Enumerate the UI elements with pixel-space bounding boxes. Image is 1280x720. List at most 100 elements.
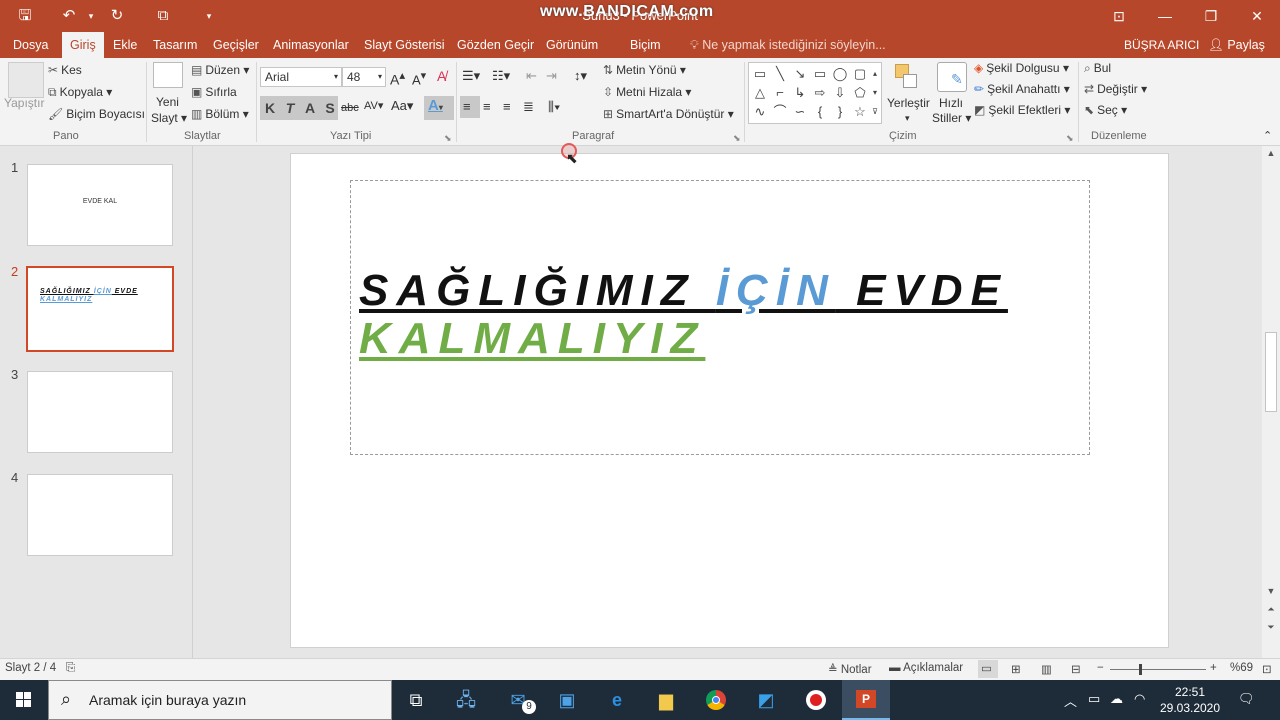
strikethrough-button[interactable]: abc [341,100,359,116]
tell-me-search[interactable]: 💡︎ Ne yapmak istediğinizi söyleyin... [690,32,886,58]
select-button[interactable]: ⬉ Seç ▾ [1084,102,1127,118]
zoom-level[interactable]: %69 [1230,662,1253,674]
rounded-rect-shape-icon[interactable]: ▢ [851,65,869,83]
section-button[interactable]: ▥ Bölüm ▾ [191,106,249,122]
right-brace-shape-icon[interactable]: } [831,103,849,121]
scroll-down-icon[interactable]: ▼ [1262,586,1280,596]
cloud-icon[interactable]: ☁ [1110,691,1123,707]
italic-button[interactable]: T [280,98,300,118]
slideshow-view-icon[interactable]: ⊟ [1071,662,1081,676]
layout-button[interactable]: ▤ Düzen ▾ [191,62,249,78]
font-color-button[interactable]: A▾ [428,98,443,116]
arrange-icon[interactable] [893,62,921,92]
slide-thumbnail-4[interactable] [27,474,173,556]
find-button[interactable]: ⌕ Bul [1084,60,1111,76]
previous-slide-icon[interactable]: ⏶ [1262,604,1280,615]
reading-view-icon[interactable]: ▥ [1041,662,1052,676]
bullets-icon[interactable]: ☰▾ [462,68,480,84]
zoom-slider[interactable] [1110,669,1206,670]
arc-shape-icon[interactable]: ⌒ [771,103,789,121]
change-case-button[interactable]: Aa▾ [391,98,413,114]
new-slide-icon[interactable] [153,62,183,88]
shadow-button[interactable]: S [320,98,340,118]
rectangle-shape-icon[interactable]: ▭ [811,65,829,83]
decrease-font-icon[interactable]: A▾ [412,68,426,88]
wave-shape-icon[interactable]: ∽ [791,103,809,121]
star-shape-icon[interactable]: ☆ [851,103,869,121]
bold-button[interactable]: K [260,98,280,118]
font-size-select[interactable]: 48 ▾ [342,67,386,87]
vertical-scrollbar[interactable]: ▲ ▼ ⏶ ⏷ [1262,146,1280,658]
scroll-down-icon[interactable]: ▾ [869,84,881,102]
edge-icon[interactable]: e [593,680,641,720]
bandicam-record-icon[interactable] [792,680,840,720]
align-right-icon[interactable]: ≡ [503,99,511,115]
zoom-in-button[interactable]: + [1210,662,1217,674]
gallery-more-icon[interactable]: ⊽ [869,103,881,121]
app-icon[interactable]: ◩ [742,680,790,720]
underline-button[interactable]: A [300,98,320,118]
right-arrow-shape-icon[interactable]: ⇨ [811,84,829,102]
format-painter-button[interactable]: 🖌︎ Biçim Boyacısı [48,106,145,122]
paste-button[interactable]: Yapıştır [4,95,44,111]
align-left-icon[interactable]: ≡ [463,99,471,115]
title-textbox[interactable]: SAĞLIĞIMIZ İÇİN EVDE KALMALIYIZ [350,180,1090,455]
close-button[interactable]: ✕ [1234,0,1280,32]
tab-giris[interactable]: Giriş [62,32,104,58]
scroll-up-icon[interactable]: ▴ [869,65,881,83]
zoom-slider-thumb[interactable] [1139,664,1142,675]
quick-styles-icon[interactable]: ✎ [937,62,967,92]
triangle-shape-icon[interactable]: △ [751,84,769,102]
taskbar-search[interactable]: ⌕ Aramak için buraya yazın [48,680,392,720]
clear-formatting-icon[interactable]: A̸ [437,68,446,84]
dialog-launcher-icon[interactable]: ⬊ [1066,130,1074,146]
textbox-shape-icon[interactable]: ▭ [751,65,769,83]
fit-slide-icon[interactable]: ⊡ [1262,662,1272,676]
tab-ekle[interactable]: Ekle [113,32,137,58]
contacts-icon[interactable]: ▣ [543,680,591,720]
replace-button[interactable]: ⇄ Değiştir ▾ [1084,81,1147,97]
font-name-select[interactable]: Arial ▾ [260,67,342,87]
tab-dosya[interactable]: Dosya [13,32,48,58]
tray-chevron-icon[interactable]: ︿ [1064,691,1077,710]
cut-button[interactable]: ✂ Kes [48,62,82,78]
battery-icon[interactable]: ▭ [1088,691,1100,707]
chrome-icon[interactable] [692,680,740,720]
task-view-icon[interactable]: ⧉ [392,680,440,720]
columns-icon[interactable]: ⫼▾ [548,99,560,115]
scrollbar-thumb[interactable] [1265,332,1277,412]
tab-gorunum[interactable]: Görünüm [546,32,598,58]
taskbar-clock[interactable]: 22:51 29.03.2020 [1156,684,1224,716]
curve-shape-icon[interactable]: ∿ [751,103,769,121]
tab-gozden-gecir[interactable]: Gözden Geçir [457,32,534,58]
network-app-icon[interactable]: 🖧︎ [442,680,490,720]
shape-fill-button[interactable]: ◈ Şekil Dolgusu ▾ [974,60,1069,76]
notifications-icon[interactable]: 🗨︎ [1238,691,1255,707]
elbow-arrow-icon[interactable]: ↳ [791,84,809,102]
shape-effects-button[interactable]: ◩ Şekil Efektleri ▾ [974,102,1070,118]
paste-icon[interactable] [8,62,44,98]
quick-styles-label-2[interactable]: Stiller ▾ [932,110,971,126]
spellcheck-icon[interactable]: ⎘ [66,662,75,675]
reset-button[interactable]: ▣ Sıfırla [191,84,237,100]
smartart-button[interactable]: ⊞ SmartArt'a Dönüştür ▾ [603,106,734,122]
increase-font-icon[interactable]: A▴ [390,68,405,88]
tab-gecisler[interactable]: Geçişler [213,32,259,58]
align-text-button[interactable]: ⇳ Metni Hizala ▾ [603,84,691,100]
comments-button[interactable]: ▬ Açıklamalar [889,662,963,674]
wifi-icon[interactable]: ◠ [1134,691,1145,707]
slide-sorter-icon[interactable]: ⊞ [1011,662,1021,676]
line-shape-icon[interactable]: ╲ [771,65,789,83]
new-slide-label-2[interactable]: Slayt ▾ [151,110,187,126]
tab-bicim[interactable]: Biçim [630,32,661,58]
oval-shape-icon[interactable]: ◯ [831,65,849,83]
dialog-launcher-icon[interactable]: ⬊ [444,130,452,146]
notes-button[interactable]: ≜ Notlar [828,662,872,676]
ribbon-display-options-icon[interactable]: ⊡ [1096,0,1142,32]
shape-outline-button[interactable]: ✏ Şekil Anahattı ▾ [974,81,1070,97]
elbow-connector-icon[interactable]: ⌐ [771,84,789,102]
quick-styles-label-1[interactable]: Hızlı [939,95,963,111]
arrange-button[interactable]: Yerleştir [887,95,930,111]
user-name[interactable]: BÜŞRA ARICI [1124,32,1199,58]
left-brace-shape-icon[interactable]: { [811,103,829,121]
